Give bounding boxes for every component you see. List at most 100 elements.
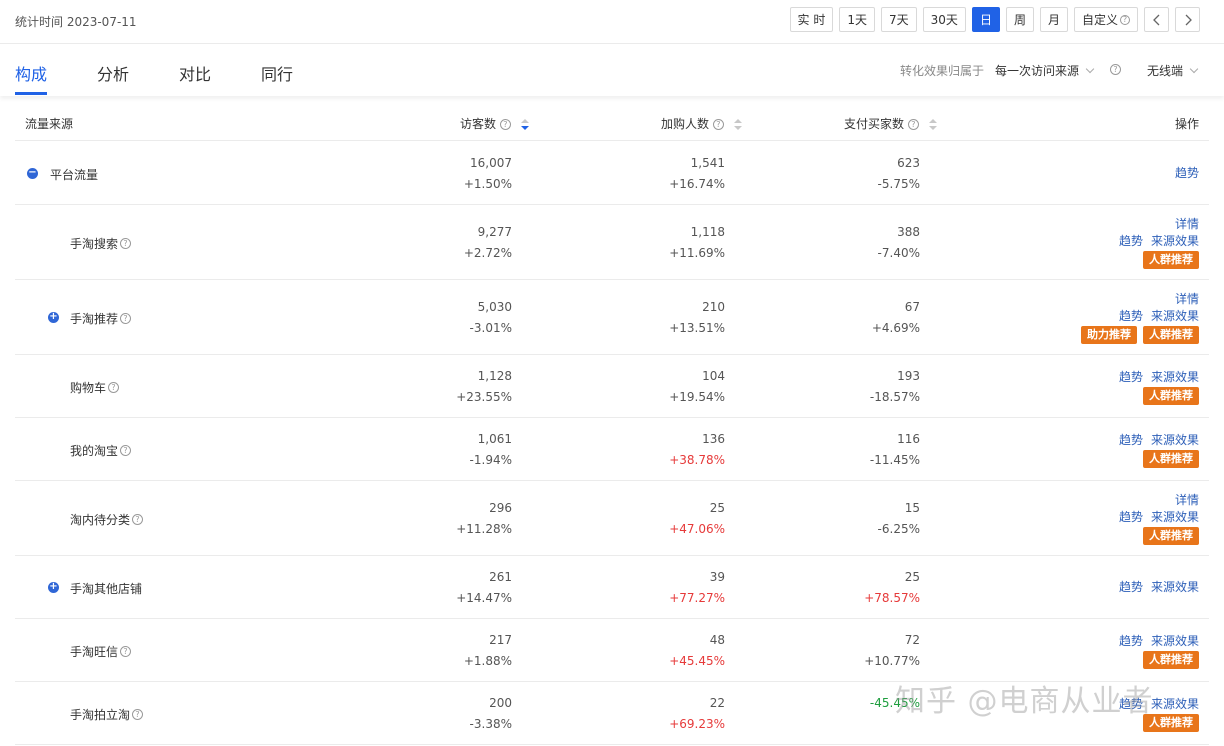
visitors-cell: 16,007 +1.50% bbox=[464, 153, 512, 195]
source-cell: 手淘推荐? bbox=[70, 310, 132, 327]
action-link[interactable]: 趋势 bbox=[1119, 308, 1143, 325]
next-date-button[interactable] bbox=[1175, 7, 1200, 32]
action-link[interactable]: 详情 bbox=[1175, 291, 1199, 308]
tag-line: 助力推荐 人群推荐 bbox=[1081, 326, 1199, 344]
visitors-change: +11.28% bbox=[456, 521, 512, 536]
sort-icon[interactable] bbox=[733, 118, 742, 131]
recommend-tag[interactable]: 人群推荐 bbox=[1143, 449, 1199, 468]
active-tab-indicator bbox=[15, 92, 47, 95]
row-actions: 趋势 来源效果 人群推荐 bbox=[1119, 633, 1199, 669]
period-custom-button[interactable]: 自定义 ? bbox=[1073, 7, 1138, 32]
collapse-icon[interactable]: − bbox=[27, 167, 38, 179]
action-line: 详情 bbox=[1119, 492, 1199, 509]
row-actions: 详情趋势 来源效果 人群推荐 bbox=[1119, 216, 1199, 269]
help-icon[interactable]: ? bbox=[1110, 64, 1121, 75]
col-buyers[interactable]: 支付买家数 ? bbox=[844, 115, 937, 132]
attribution-select[interactable]: 每一次访问来源 bbox=[995, 62, 1095, 79]
cart-value: 1,118 bbox=[690, 224, 725, 239]
period-7day-button[interactable]: 7天 bbox=[881, 7, 917, 32]
buyers-cell: 67 +4.69% bbox=[872, 297, 920, 339]
action-link[interactable]: 来源效果 bbox=[1151, 233, 1199, 250]
source-label: 平台流量 bbox=[50, 167, 99, 182]
period-realtime-button[interactable]: 实 时 bbox=[789, 7, 834, 32]
source-label: 购物车 bbox=[70, 380, 107, 395]
col-cart[interactable]: 加购人数 ? bbox=[661, 115, 742, 132]
visitors-cell: 217 +1.88% bbox=[464, 630, 512, 672]
source-label: 我的淘宝 bbox=[70, 443, 119, 458]
action-link[interactable]: 趋势 bbox=[1119, 633, 1143, 650]
action-link[interactable]: 来源效果 bbox=[1151, 696, 1199, 713]
period-day-button[interactable]: 日 bbox=[971, 7, 1000, 32]
prev-date-button[interactable] bbox=[1144, 7, 1169, 32]
tab-composition[interactable]: 构成 bbox=[15, 61, 47, 85]
tabs-bar: 构成 分析 对比 同行 转化效果归属于 每一次访问来源 ? 无线端 bbox=[0, 45, 1224, 96]
recommend-tag[interactable]: 人群推荐 bbox=[1143, 251, 1199, 269]
visitors-change: +14.47% bbox=[456, 590, 512, 605]
col-visitors[interactable]: 访客数 ? bbox=[460, 115, 529, 132]
action-link[interactable]: 来源效果 bbox=[1151, 432, 1199, 449]
cart-change: +47.06% bbox=[669, 521, 725, 536]
visitors-value: 5,030 bbox=[477, 299, 512, 314]
action-link[interactable]: 趋势 bbox=[1119, 696, 1143, 713]
buyers-cell: -45.45% bbox=[870, 693, 920, 714]
attribution-label: 转化效果归属于 bbox=[900, 64, 985, 78]
action-line: 详情 bbox=[1119, 216, 1199, 233]
source-cell: 淘内待分类? bbox=[70, 511, 144, 528]
recommend-tag[interactable]: 人群推荐 bbox=[1143, 713, 1199, 732]
visitors-value: 16,007 bbox=[470, 155, 512, 170]
cart-value: 39 bbox=[709, 569, 725, 584]
cart-cell: 48 +45.45% bbox=[669, 630, 725, 672]
row-actions: 趋势 来源效果 人群推荐 bbox=[1119, 432, 1199, 468]
recommend-tag[interactable]: 人群推荐 bbox=[1143, 386, 1199, 405]
action-link[interactable]: 趋势 bbox=[1119, 432, 1143, 449]
buyers-cell: 116 -11.45% bbox=[870, 429, 920, 471]
recommend-tag[interactable]: 人群推荐 bbox=[1143, 650, 1199, 669]
action-link[interactable]: 详情 bbox=[1175, 492, 1199, 509]
action-link[interactable]: 来源效果 bbox=[1151, 369, 1199, 386]
sort-icon[interactable] bbox=[520, 118, 529, 131]
device-select[interactable]: 无线端 bbox=[1147, 62, 1199, 79]
col-visitors-label: 访客数 bbox=[460, 117, 497, 131]
tag-line: 人群推荐 bbox=[1119, 449, 1199, 468]
tab-peers[interactable]: 同行 bbox=[261, 61, 293, 85]
recommend-tag[interactable]: 助力推荐 bbox=[1081, 326, 1137, 344]
recommend-tag[interactable]: 人群推荐 bbox=[1143, 527, 1199, 545]
buyers-value: 388 bbox=[897, 224, 920, 239]
table-row: 购物车? 1,128 +23.55% 104 +19.54% 193 -18.57% 趋势 来源… bbox=[15, 355, 1209, 418]
buyers-change: -45.45% bbox=[869, 695, 920, 710]
buyers-change: -6.25% bbox=[877, 521, 920, 536]
help-icon: ? bbox=[108, 381, 120, 393]
action-link[interactable]: 趋势 bbox=[1119, 369, 1143, 386]
action-link[interactable]: 来源效果 bbox=[1151, 633, 1199, 650]
period-30day-button[interactable]: 30天 bbox=[922, 7, 966, 32]
stat-date: 统计时间 2023-07-11 bbox=[15, 15, 137, 29]
cart-cell: 1,541 +16.74% bbox=[669, 153, 725, 195]
tag-line: 人群推荐 bbox=[1119, 713, 1199, 732]
expand-icon[interactable]: + bbox=[48, 581, 59, 593]
action-link[interactable]: 趋势 bbox=[1175, 165, 1199, 182]
table-row: + 手淘其他店铺 261 +14.47% 39 +77.27% 25 +78.57% 趋势 来源效… bbox=[15, 556, 1209, 619]
action-line: 趋势 来源效果 bbox=[1119, 579, 1199, 596]
action-link[interactable]: 来源效果 bbox=[1151, 579, 1199, 596]
action-link[interactable]: 详情 bbox=[1175, 216, 1199, 233]
period-month-button[interactable]: 月 bbox=[1039, 7, 1068, 32]
sort-icon[interactable] bbox=[928, 118, 937, 131]
visitors-value: 200 bbox=[489, 695, 512, 710]
action-link[interactable]: 趋势 bbox=[1119, 233, 1143, 250]
table-header: 流量来源 访客数 ? 加购人数 ? 支付买家数 ? 操作 bbox=[15, 106, 1209, 141]
col-ops: 操作 bbox=[1175, 117, 1200, 131]
action-link[interactable]: 来源效果 bbox=[1151, 509, 1199, 526]
recommend-tag[interactable]: 人群推荐 bbox=[1143, 326, 1199, 344]
expand-icon[interactable]: + bbox=[48, 311, 59, 323]
tag-line: 人群推荐 bbox=[1119, 386, 1199, 405]
visitors-change: -3.01% bbox=[469, 320, 512, 335]
period-week-button[interactable]: 周 bbox=[1005, 7, 1034, 32]
tab-compare[interactable]: 对比 bbox=[179, 61, 211, 85]
tab-analysis[interactable]: 分析 bbox=[97, 61, 129, 85]
cart-cell: 104 +19.54% bbox=[669, 366, 725, 408]
action-link[interactable]: 趋势 bbox=[1119, 509, 1143, 526]
action-link[interactable]: 来源效果 bbox=[1151, 308, 1199, 325]
action-link[interactable]: 趋势 bbox=[1119, 579, 1143, 596]
period-1day-button[interactable]: 1天 bbox=[839, 7, 876, 32]
help-icon: ? bbox=[120, 237, 132, 249]
